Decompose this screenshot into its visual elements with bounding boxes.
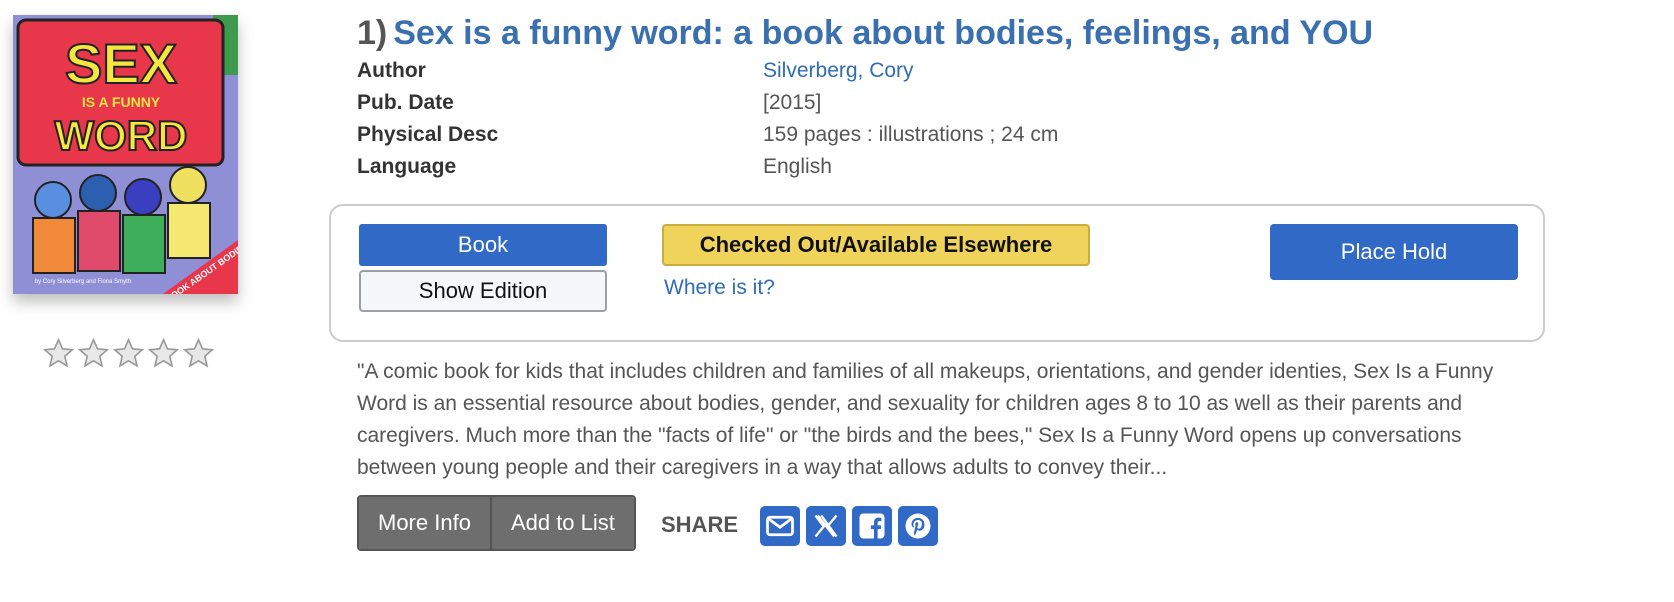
show-edition-button[interactable]: Show Edition bbox=[359, 270, 607, 312]
place-hold-button[interactable]: Place Hold bbox=[1270, 224, 1518, 280]
share-label: SHARE bbox=[661, 512, 739, 537]
result-title-row: 1) Sex is a funny word: a book about bodi… bbox=[357, 14, 1373, 53]
add-to-list-button[interactable]: Add to List bbox=[489, 497, 634, 549]
detail-label: Language bbox=[357, 155, 457, 178]
star-empty-icon[interactable] bbox=[182, 337, 215, 370]
cover-title-line2: IS A FUNNY bbox=[82, 94, 161, 110]
detail-row-physical-desc: Physical Desc 159 pages : illustrations … bbox=[357, 119, 1058, 151]
cover-credit: by Cory Silverberg and Fiona Smyth bbox=[35, 279, 131, 285]
detail-row-pub-date: Pub. Date [2015] bbox=[357, 87, 1058, 119]
detail-label: Physical Desc bbox=[357, 123, 499, 146]
facebook-icon[interactable] bbox=[852, 506, 892, 546]
detail-label: Pub. Date bbox=[357, 91, 454, 114]
author-link[interactable]: Silverberg, Cory bbox=[763, 59, 914, 83]
pinterest-icon[interactable] bbox=[898, 506, 938, 546]
summary-text: "A comic book for kids that includes chi… bbox=[357, 360, 1494, 479]
result-title-link[interactable]: Sex is a funny word: a book about bodies… bbox=[393, 14, 1373, 52]
star-empty-icon[interactable] bbox=[42, 337, 75, 370]
more-info-button[interactable]: More Info bbox=[359, 497, 490, 549]
format-book-button[interactable]: Book bbox=[359, 224, 607, 266]
bib-details: Author Silverberg, Cory Pub. Date [2015]… bbox=[357, 55, 1058, 183]
star-empty-icon[interactable] bbox=[112, 337, 145, 370]
detail-value: [2015] bbox=[763, 91, 822, 114]
x-twitter-icon[interactable] bbox=[806, 506, 846, 546]
share-icons bbox=[760, 506, 938, 546]
envelope-icon[interactable] bbox=[760, 506, 800, 546]
detail-value: 159 pages : illustrations ; 24 cm bbox=[763, 123, 1059, 146]
action-button-group: More Info Add to List bbox=[357, 495, 636, 551]
star-empty-icon[interactable] bbox=[147, 337, 180, 370]
cover-title-line3: WORD bbox=[55, 112, 188, 159]
detail-row-language: Language English bbox=[357, 151, 1058, 183]
result-number: 1) bbox=[357, 14, 388, 52]
star-empty-icon[interactable] bbox=[77, 337, 110, 370]
availability-status-badge: Checked Out/Available Elsewhere bbox=[662, 224, 1090, 266]
detail-label: Author bbox=[357, 59, 426, 82]
detail-value: English bbox=[763, 155, 832, 178]
rating-stars[interactable] bbox=[42, 337, 215, 370]
book-cover-image[interactable]: SEX IS A FUNNY WORD A BOOK ABOUT BODIES … bbox=[13, 15, 238, 294]
cover-title-line1: SEX bbox=[65, 32, 177, 95]
detail-row-author: Author Silverberg, Cory bbox=[357, 55, 1058, 87]
availability-panel: Book Show Edition Checked Out/Available … bbox=[329, 204, 1545, 342]
where-is-it-link[interactable]: Where is it? bbox=[664, 276, 775, 300]
